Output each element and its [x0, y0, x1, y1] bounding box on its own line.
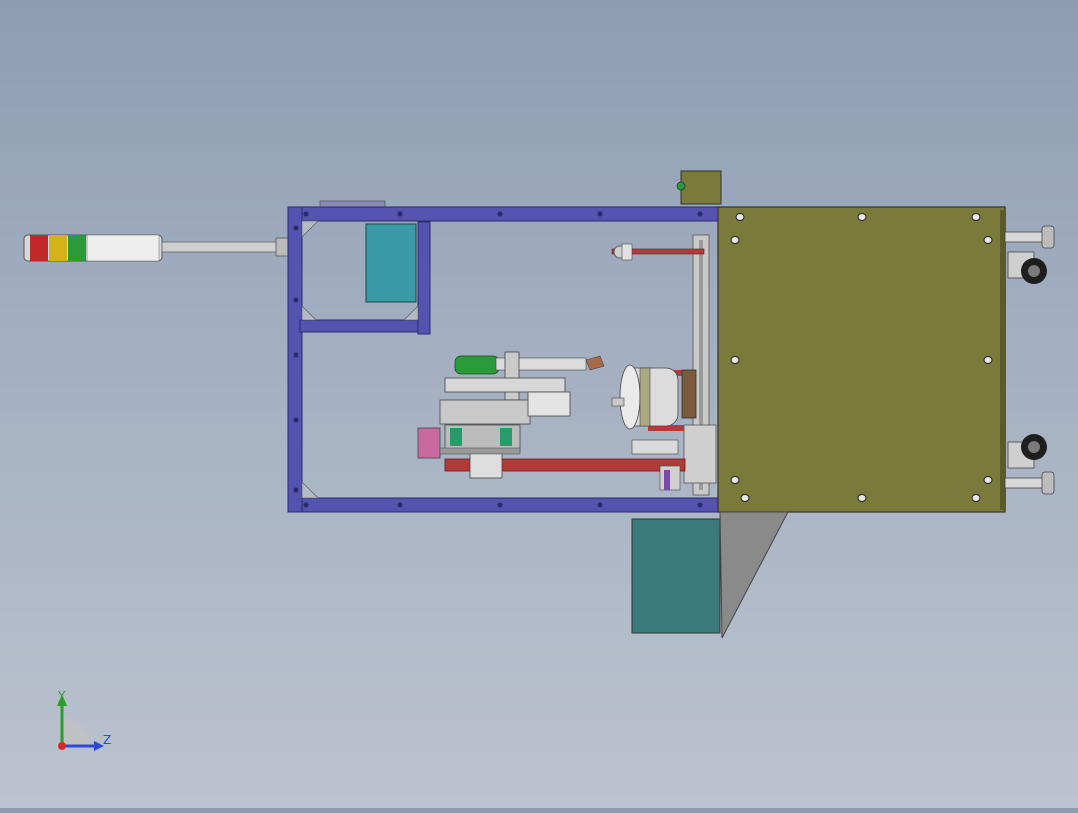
electrical-panel[interactable]	[365, 223, 417, 303]
coordinate-triad: Y Z	[57, 689, 111, 751]
x-axis-dot	[58, 742, 66, 750]
upper-red-rod[interactable]	[611, 243, 705, 261]
vertical-slide-rail[interactable]	[683, 234, 717, 496]
signal-yellow-segment	[49, 235, 67, 261]
start-button[interactable]	[676, 181, 686, 191]
y-axis-label: Y	[57, 689, 66, 703]
control-box[interactable]	[680, 170, 722, 205]
pink-cylinder	[417, 427, 441, 459]
model-canvas[interactable]: Y Z	[0, 0, 1078, 808]
signal-green-segment	[68, 235, 86, 261]
signal-tower-light[interactable]	[23, 234, 289, 262]
chute-plate[interactable]	[719, 511, 789, 639]
z-axis-label: Z	[103, 733, 111, 747]
cad-viewport[interactable]: Y Z	[0, 0, 1078, 808]
green-motor	[454, 355, 500, 375]
lower-teal-panel[interactable]	[631, 518, 721, 634]
machine-cabinet[interactable]	[717, 206, 1006, 513]
signal-red-segment	[30, 235, 48, 261]
caster-wheel-bottom[interactable]	[1004, 434, 1055, 495]
caster-wheel-top[interactable]	[1004, 225, 1055, 284]
